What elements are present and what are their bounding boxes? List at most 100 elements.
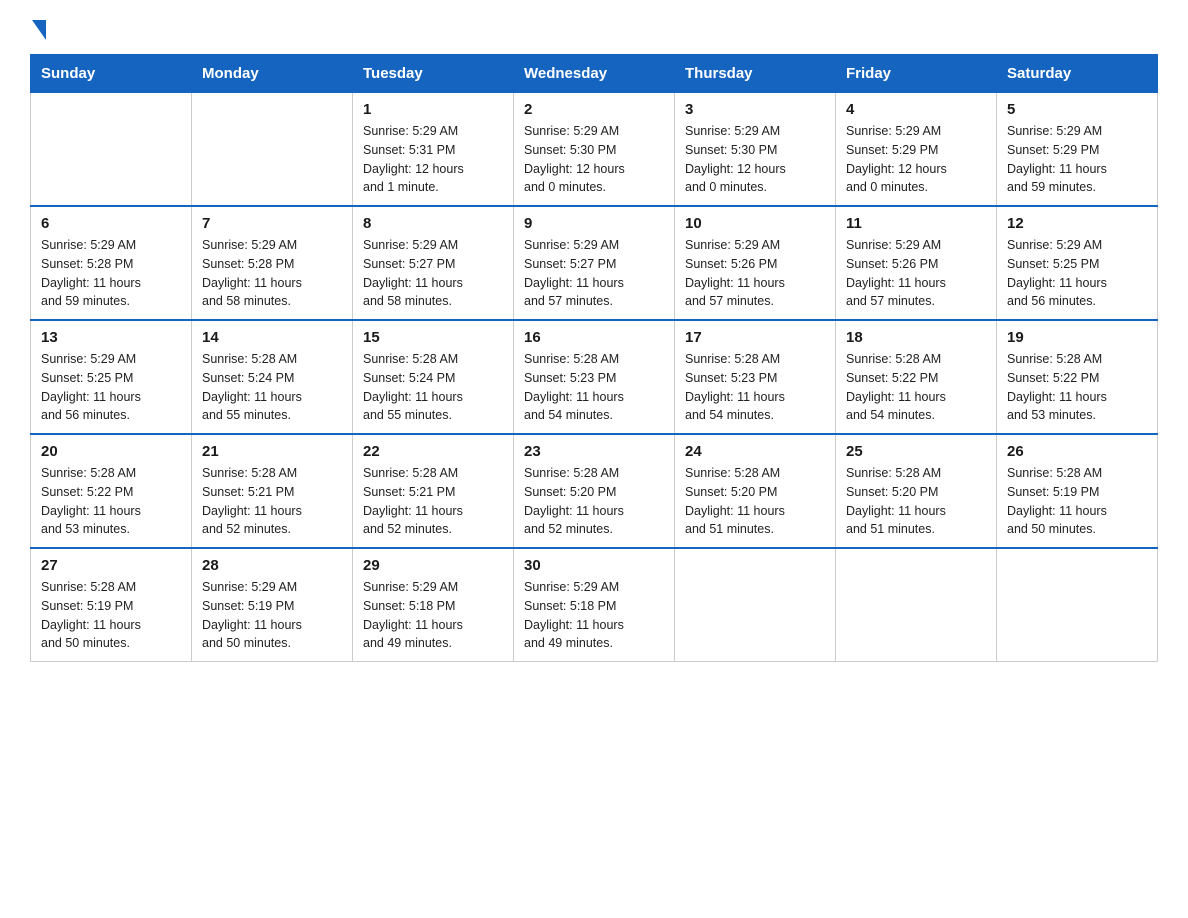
weekday-header-wednesday: Wednesday	[514, 55, 675, 93]
day-number: 22	[363, 443, 503, 460]
calendar-cell: 26 Sunrise: 5:28 AMSunset: 5:19 PMDayligh…	[997, 434, 1158, 548]
calendar-cell: 20Sunrise: 5:28 AMSunset: 5:22 PMDayligh…	[31, 434, 192, 548]
calendar-week-3: 13 Sunrise: 5:29 AMSunset: 5:25 PMDayligh…	[31, 320, 1158, 434]
day-info: Sunrise: 5:29 AMSunset: 5:29 PMDaylight:…	[846, 122, 986, 197]
day-number: 23	[524, 443, 664, 460]
logo-arrow-icon	[32, 20, 46, 40]
weekday-header-tuesday: Tuesday	[353, 55, 514, 93]
day-info: Sunrise: 5:29 AMSunset: 5:18 PMDaylight:…	[363, 578, 503, 653]
calendar-cell: 8 Sunrise: 5:29 AMSunset: 5:27 PMDaylight…	[353, 206, 514, 320]
calendar-cell: 2 Sunrise: 5:29 AMSunset: 5:30 PMDaylight…	[514, 93, 675, 207]
day-number: 18	[846, 329, 986, 346]
day-info: Sunrise: 5:29 AMSunset: 5:19 PMDaylight:…	[202, 578, 342, 653]
calendar-cell: 4 Sunrise: 5:29 AMSunset: 5:29 PMDaylight…	[836, 93, 997, 207]
day-info: Sunrise: 5:29 AMSunset: 5:18 PMDaylight:…	[524, 578, 664, 653]
day-number: 26	[1007, 443, 1147, 460]
calendar-week-1: 1Sunrise: 5:29 AMSunset: 5:31 PMDaylight…	[31, 93, 1158, 207]
calendar-cell: 27 Sunrise: 5:28 AMSunset: 5:19 PMDayligh…	[31, 548, 192, 662]
calendar-cell: 5 Sunrise: 5:29 AMSunset: 5:29 PMDaylight…	[997, 93, 1158, 207]
day-info: Sunrise: 5:28 AMSunset: 5:23 PMDaylight:…	[685, 350, 825, 425]
calendar-cell: 24Sunrise: 5:28 AMSunset: 5:20 PMDayligh…	[675, 434, 836, 548]
weekday-header-monday: Monday	[192, 55, 353, 93]
calendar-cell: 19Sunrise: 5:28 AMSunset: 5:22 PMDayligh…	[997, 320, 1158, 434]
day-info: Sunrise: 5:28 AMSunset: 5:24 PMDaylight:…	[363, 350, 503, 425]
calendar-cell: 1Sunrise: 5:29 AMSunset: 5:31 PMDaylight…	[353, 93, 514, 207]
day-number: 30	[524, 557, 664, 574]
calendar-cell: 28 Sunrise: 5:29 AMSunset: 5:19 PMDayligh…	[192, 548, 353, 662]
day-info: Sunrise: 5:28 AMSunset: 5:19 PMDaylight:…	[41, 578, 181, 653]
day-number: 15	[363, 329, 503, 346]
day-info: Sunrise: 5:29 AMSunset: 5:29 PMDaylight:…	[1007, 122, 1147, 197]
day-number: 20	[41, 443, 181, 460]
day-info: Sunrise: 5:29 AMSunset: 5:26 PMDaylight:…	[846, 236, 986, 311]
calendar-cell: 14 Sunrise: 5:28 AMSunset: 5:24 PMDayligh…	[192, 320, 353, 434]
day-info: Sunrise: 5:28 AMSunset: 5:20 PMDaylight:…	[524, 464, 664, 539]
day-info: Sunrise: 5:28 AMSunset: 5:24 PMDaylight:…	[202, 350, 342, 425]
day-number: 21	[202, 443, 342, 460]
day-info: Sunrise: 5:28 AMSunset: 5:21 PMDaylight:…	[202, 464, 342, 539]
day-number: 9	[524, 215, 664, 232]
day-number: 16	[524, 329, 664, 346]
day-number: 17	[685, 329, 825, 346]
calendar-cell: 22Sunrise: 5:28 AMSunset: 5:21 PMDayligh…	[353, 434, 514, 548]
day-info: Sunrise: 5:28 AMSunset: 5:20 PMDaylight:…	[846, 464, 986, 539]
calendar-cell: 29 Sunrise: 5:29 AMSunset: 5:18 PMDayligh…	[353, 548, 514, 662]
day-info: Sunrise: 5:29 AMSunset: 5:27 PMDaylight:…	[524, 236, 664, 311]
calendar-cell: 18 Sunrise: 5:28 AMSunset: 5:22 PMDayligh…	[836, 320, 997, 434]
calendar-cell: 6 Sunrise: 5:29 AMSunset: 5:28 PMDaylight…	[31, 206, 192, 320]
day-info: Sunrise: 5:28 AMSunset: 5:20 PMDaylight:…	[685, 464, 825, 539]
day-info: Sunrise: 5:29 AMSunset: 5:31 PMDaylight:…	[363, 122, 503, 197]
calendar-cell	[675, 548, 836, 662]
calendar-cell: 23 Sunrise: 5:28 AMSunset: 5:20 PMDayligh…	[514, 434, 675, 548]
day-number: 28	[202, 557, 342, 574]
day-info: Sunrise: 5:29 AMSunset: 5:28 PMDaylight:…	[41, 236, 181, 311]
day-number: 8	[363, 215, 503, 232]
day-number: 4	[846, 101, 986, 118]
day-number: 14	[202, 329, 342, 346]
calendar-cell: 21 Sunrise: 5:28 AMSunset: 5:21 PMDayligh…	[192, 434, 353, 548]
day-info: Sunrise: 5:29 AMSunset: 5:26 PMDaylight:…	[685, 236, 825, 311]
day-number: 13	[41, 329, 181, 346]
weekday-header-row: SundayMondayTuesdayWednesdayThursdayFrid…	[31, 55, 1158, 93]
calendar-cell: 10 Sunrise: 5:29 AMSunset: 5:26 PMDayligh…	[675, 206, 836, 320]
day-number: 6	[41, 215, 181, 232]
day-info: Sunrise: 5:29 AMSunset: 5:25 PMDaylight:…	[41, 350, 181, 425]
day-number: 5	[1007, 101, 1147, 118]
day-number: 11	[846, 215, 986, 232]
day-number: 7	[202, 215, 342, 232]
calendar-cell: 15 Sunrise: 5:28 AMSunset: 5:24 PMDayligh…	[353, 320, 514, 434]
day-number: 2	[524, 101, 664, 118]
logo	[30, 20, 46, 34]
calendar-cell	[192, 93, 353, 207]
calendar-cell: 9 Sunrise: 5:29 AMSunset: 5:27 PMDaylight…	[514, 206, 675, 320]
day-number: 29	[363, 557, 503, 574]
weekday-header-friday: Friday	[836, 55, 997, 93]
page-header	[30, 20, 1158, 34]
day-info: Sunrise: 5:29 AMSunset: 5:30 PMDaylight:…	[524, 122, 664, 197]
calendar-cell: 11 Sunrise: 5:29 AMSunset: 5:26 PMDayligh…	[836, 206, 997, 320]
day-info: Sunrise: 5:28 AMSunset: 5:22 PMDaylight:…	[846, 350, 986, 425]
day-number: 3	[685, 101, 825, 118]
weekday-header-saturday: Saturday	[997, 55, 1158, 93]
day-info: Sunrise: 5:29 AMSunset: 5:28 PMDaylight:…	[202, 236, 342, 311]
calendar-table: SundayMondayTuesdayWednesdayThursdayFrid…	[30, 54, 1158, 662]
calendar-cell	[31, 93, 192, 207]
calendar-cell: 25 Sunrise: 5:28 AMSunset: 5:20 PMDayligh…	[836, 434, 997, 548]
day-number: 12	[1007, 215, 1147, 232]
day-info: Sunrise: 5:29 AMSunset: 5:30 PMDaylight:…	[685, 122, 825, 197]
calendar-week-4: 20Sunrise: 5:28 AMSunset: 5:22 PMDayligh…	[31, 434, 1158, 548]
day-number: 10	[685, 215, 825, 232]
calendar-cell	[836, 548, 997, 662]
day-info: Sunrise: 5:29 AMSunset: 5:25 PMDaylight:…	[1007, 236, 1147, 311]
calendar-cell: 7 Sunrise: 5:29 AMSunset: 5:28 PMDaylight…	[192, 206, 353, 320]
weekday-header-thursday: Thursday	[675, 55, 836, 93]
day-number: 25	[846, 443, 986, 460]
calendar-cell: 16Sunrise: 5:28 AMSunset: 5:23 PMDayligh…	[514, 320, 675, 434]
day-info: Sunrise: 5:28 AMSunset: 5:22 PMDaylight:…	[1007, 350, 1147, 425]
day-info: Sunrise: 5:29 AMSunset: 5:27 PMDaylight:…	[363, 236, 503, 311]
day-number: 27	[41, 557, 181, 574]
weekday-header-sunday: Sunday	[31, 55, 192, 93]
calendar-week-5: 27 Sunrise: 5:28 AMSunset: 5:19 PMDayligh…	[31, 548, 1158, 662]
day-info: Sunrise: 5:28 AMSunset: 5:19 PMDaylight:…	[1007, 464, 1147, 539]
calendar-cell	[997, 548, 1158, 662]
